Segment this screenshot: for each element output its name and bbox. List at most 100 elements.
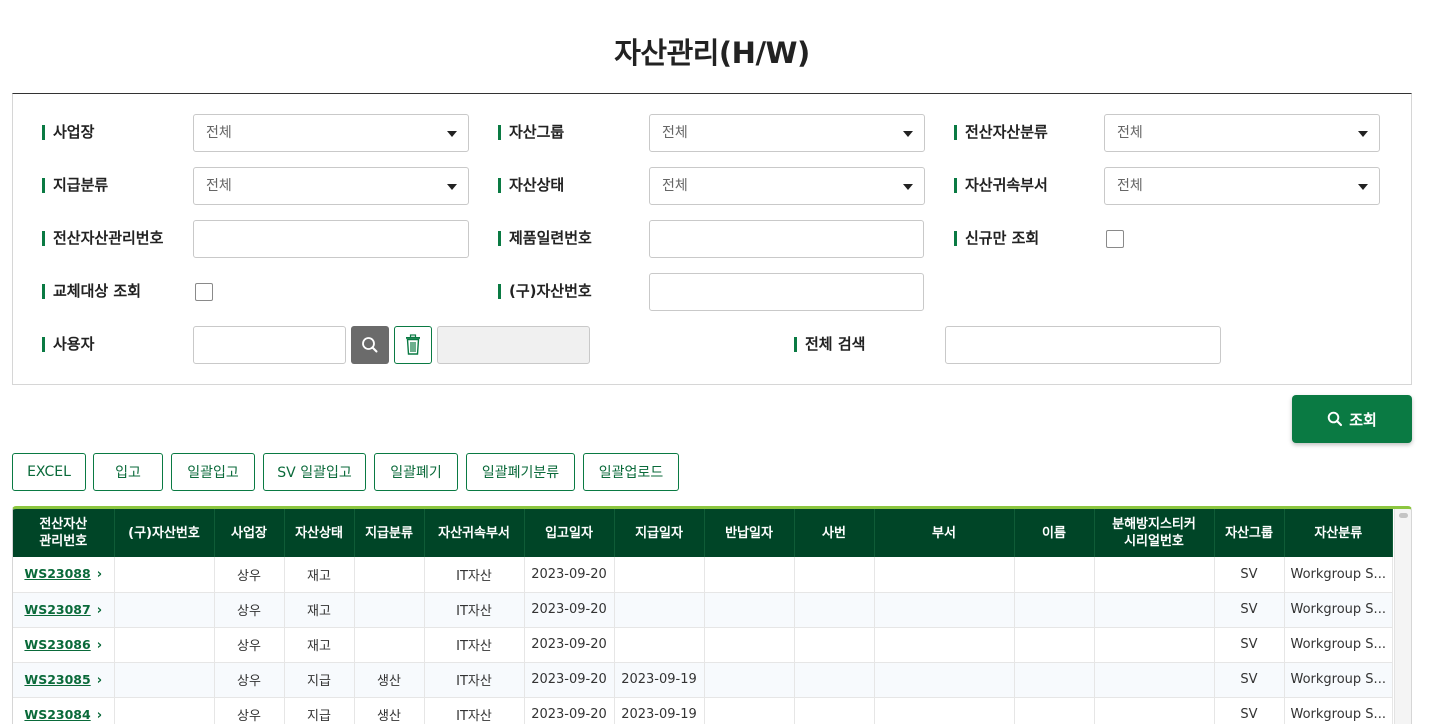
- cell-department: [874, 557, 1015, 593]
- asset-status-value: 전체: [662, 178, 688, 194]
- cell-asset-class: Workgroup S...: [1284, 627, 1393, 663]
- user-search-button[interactable]: [351, 326, 389, 364]
- chevron-right-icon[interactable]: ›: [97, 673, 102, 688]
- col-name[interactable]: 이름: [1014, 509, 1095, 557]
- cell-asset-no: WS23087 ›: [13, 592, 115, 628]
- it-asset-class-select[interactable]: 전체: [1104, 114, 1380, 152]
- cell-asset-no: WS23084 ›: [13, 697, 115, 724]
- chevron-right-icon[interactable]: ›: [97, 708, 102, 723]
- cell-group: SV: [1214, 697, 1285, 724]
- col-emp-no[interactable]: 사번: [794, 509, 875, 557]
- asset-table: 전산자산 관리번호 (구)자산번호 사업장 자산상태 지급분류 자산귀속부서 입고…: [13, 509, 1393, 724]
- asset-dept-select[interactable]: 전체: [1104, 167, 1380, 205]
- chevron-right-icon[interactable]: ›: [97, 567, 102, 582]
- asset-group-value: 전체: [662, 125, 688, 141]
- col-department[interactable]: 부서: [874, 509, 1015, 557]
- cell-sticker: [1094, 557, 1215, 593]
- col-group[interactable]: 자산그룹: [1214, 509, 1285, 557]
- it-asset-no-label: 전산자산관리번호: [42, 228, 163, 248]
- page-title: 자산관리(H/W): [614, 36, 810, 70]
- sv-bulk-receive-button[interactable]: SV 일괄입고: [263, 453, 366, 491]
- cell-name: [1014, 697, 1095, 724]
- asset-no-link[interactable]: WS23084: [24, 707, 90, 722]
- supply-class-select[interactable]: 전체: [193, 167, 469, 205]
- user-input[interactable]: [193, 326, 346, 364]
- replace-target-checkbox[interactable]: [195, 283, 213, 301]
- cell-name: [1014, 592, 1095, 628]
- trash-icon: [406, 334, 420, 355]
- cell-asset-class: Workgroup S...: [1284, 662, 1393, 698]
- asset-no-link[interactable]: WS23087: [24, 602, 90, 617]
- grid-scrollbar[interactable]: [1394, 509, 1411, 724]
- chevron-right-icon[interactable]: ›: [97, 638, 102, 653]
- serial-no-label: 제품일련번호: [498, 228, 592, 248]
- col-status[interactable]: 자산상태: [284, 509, 355, 557]
- full-search-input[interactable]: [945, 326, 1221, 364]
- asset-status-label: 자산상태: [498, 175, 564, 195]
- cell-emp-no: [794, 592, 875, 628]
- col-old-no[interactable]: (구)자산번호: [114, 509, 215, 557]
- col-dept[interactable]: 자산귀속부서: [424, 509, 525, 557]
- asset-group-select[interactable]: 전체: [649, 114, 925, 152]
- asset-status-select[interactable]: 전체: [649, 167, 925, 205]
- query-button[interactable]: 조회: [1292, 395, 1412, 443]
- cell-name: [1014, 627, 1095, 663]
- supply-class-label: 지급분류: [42, 175, 108, 195]
- col-in-date[interactable]: 입고일자: [524, 509, 615, 557]
- it-asset-no-input[interactable]: [193, 220, 469, 258]
- cell-dept: IT자산: [424, 662, 525, 698]
- search-icon: [1327, 411, 1343, 427]
- col-supply-date[interactable]: 지급일자: [614, 509, 705, 557]
- cell-group: SV: [1214, 592, 1285, 628]
- old-asset-no-input[interactable]: [649, 273, 924, 311]
- caret-down-icon: [447, 131, 457, 137]
- asset-table-body: WS23088 › 상우 재고 IT자산 2023-09-20 SV Workgroup S.…: [13, 557, 1393, 724]
- cell-status: 재고: [284, 557, 355, 593]
- cell-emp-no: [794, 662, 875, 698]
- cell-in-date: 2023-09-20: [524, 557, 615, 593]
- table-row[interactable]: WS23088 › 상우 재고 IT자산 2023-09-20 SV Workgroup S.…: [13, 557, 1393, 593]
- cell-dept: IT자산: [424, 627, 525, 663]
- cell-old-no: [114, 592, 215, 628]
- cell-emp-no: [794, 627, 875, 663]
- bulk-upload-button[interactable]: 일괄업로드: [583, 453, 679, 491]
- bulk-receive-button[interactable]: 일괄입고: [171, 453, 255, 491]
- cell-emp-no: [794, 697, 875, 724]
- table-row[interactable]: WS23085 › 상우 지급 생산 IT자산 2023-09-20 2023-09-19 SV…: [13, 662, 1393, 698]
- cell-supply-date: [614, 592, 705, 628]
- cell-supply: 생산: [354, 662, 425, 698]
- col-asset-no[interactable]: 전산자산 관리번호: [13, 509, 115, 557]
- col-return-date[interactable]: 반납일자: [704, 509, 795, 557]
- asset-grid: 전산자산 관리번호 (구)자산번호 사업장 자산상태 지급분류 자산귀속부서 입고…: [12, 506, 1412, 724]
- serial-no-input[interactable]: [649, 220, 924, 258]
- col-supply[interactable]: 지급분류: [354, 509, 425, 557]
- table-row[interactable]: WS23086 › 상우 재고 IT자산 2023-09-20 SV Workgroup S.…: [13, 627, 1393, 663]
- business-site-select[interactable]: 전체: [193, 114, 469, 152]
- col-site[interactable]: 사업장: [214, 509, 285, 557]
- bulk-dispose-class-button[interactable]: 일괄폐기분류: [466, 453, 575, 491]
- cell-return-date: [704, 557, 795, 593]
- col-asset-class[interactable]: 자산분류: [1284, 509, 1393, 557]
- cell-return-date: [704, 627, 795, 663]
- asset-no-link[interactable]: WS23086: [24, 637, 90, 652]
- bulk-dispose-button[interactable]: 일괄폐기: [374, 453, 458, 491]
- excel-button[interactable]: EXCEL: [12, 453, 86, 491]
- table-row[interactable]: WS23084 › 상우 지급 생산 IT자산 2023-09-20 2023-09-19 SV…: [13, 697, 1393, 724]
- table-row[interactable]: WS23087 › 상우 재고 IT자산 2023-09-20 SV Workgroup S.…: [13, 592, 1393, 628]
- cell-name: [1014, 662, 1095, 698]
- asset-no-link[interactable]: WS23085: [24, 672, 90, 687]
- cell-emp-no: [794, 557, 875, 593]
- new-only-checkbox[interactable]: [1106, 230, 1124, 248]
- receive-button[interactable]: 입고: [93, 453, 163, 491]
- cell-department: [874, 592, 1015, 628]
- cell-dept: IT자산: [424, 697, 525, 724]
- col-sticker[interactable]: 분해방지스티커 시리얼번호: [1094, 509, 1215, 557]
- caret-down-icon: [1358, 131, 1368, 137]
- user-clear-button[interactable]: [394, 326, 432, 364]
- asset-no-link[interactable]: WS23088: [24, 566, 90, 581]
- cell-return-date: [704, 592, 795, 628]
- col-sticker-line2: 시리얼번호: [1124, 534, 1184, 549]
- grid-scroll-thumb[interactable]: [1399, 513, 1408, 518]
- cell-return-date: [704, 697, 795, 724]
- chevron-right-icon[interactable]: ›: [97, 603, 102, 618]
